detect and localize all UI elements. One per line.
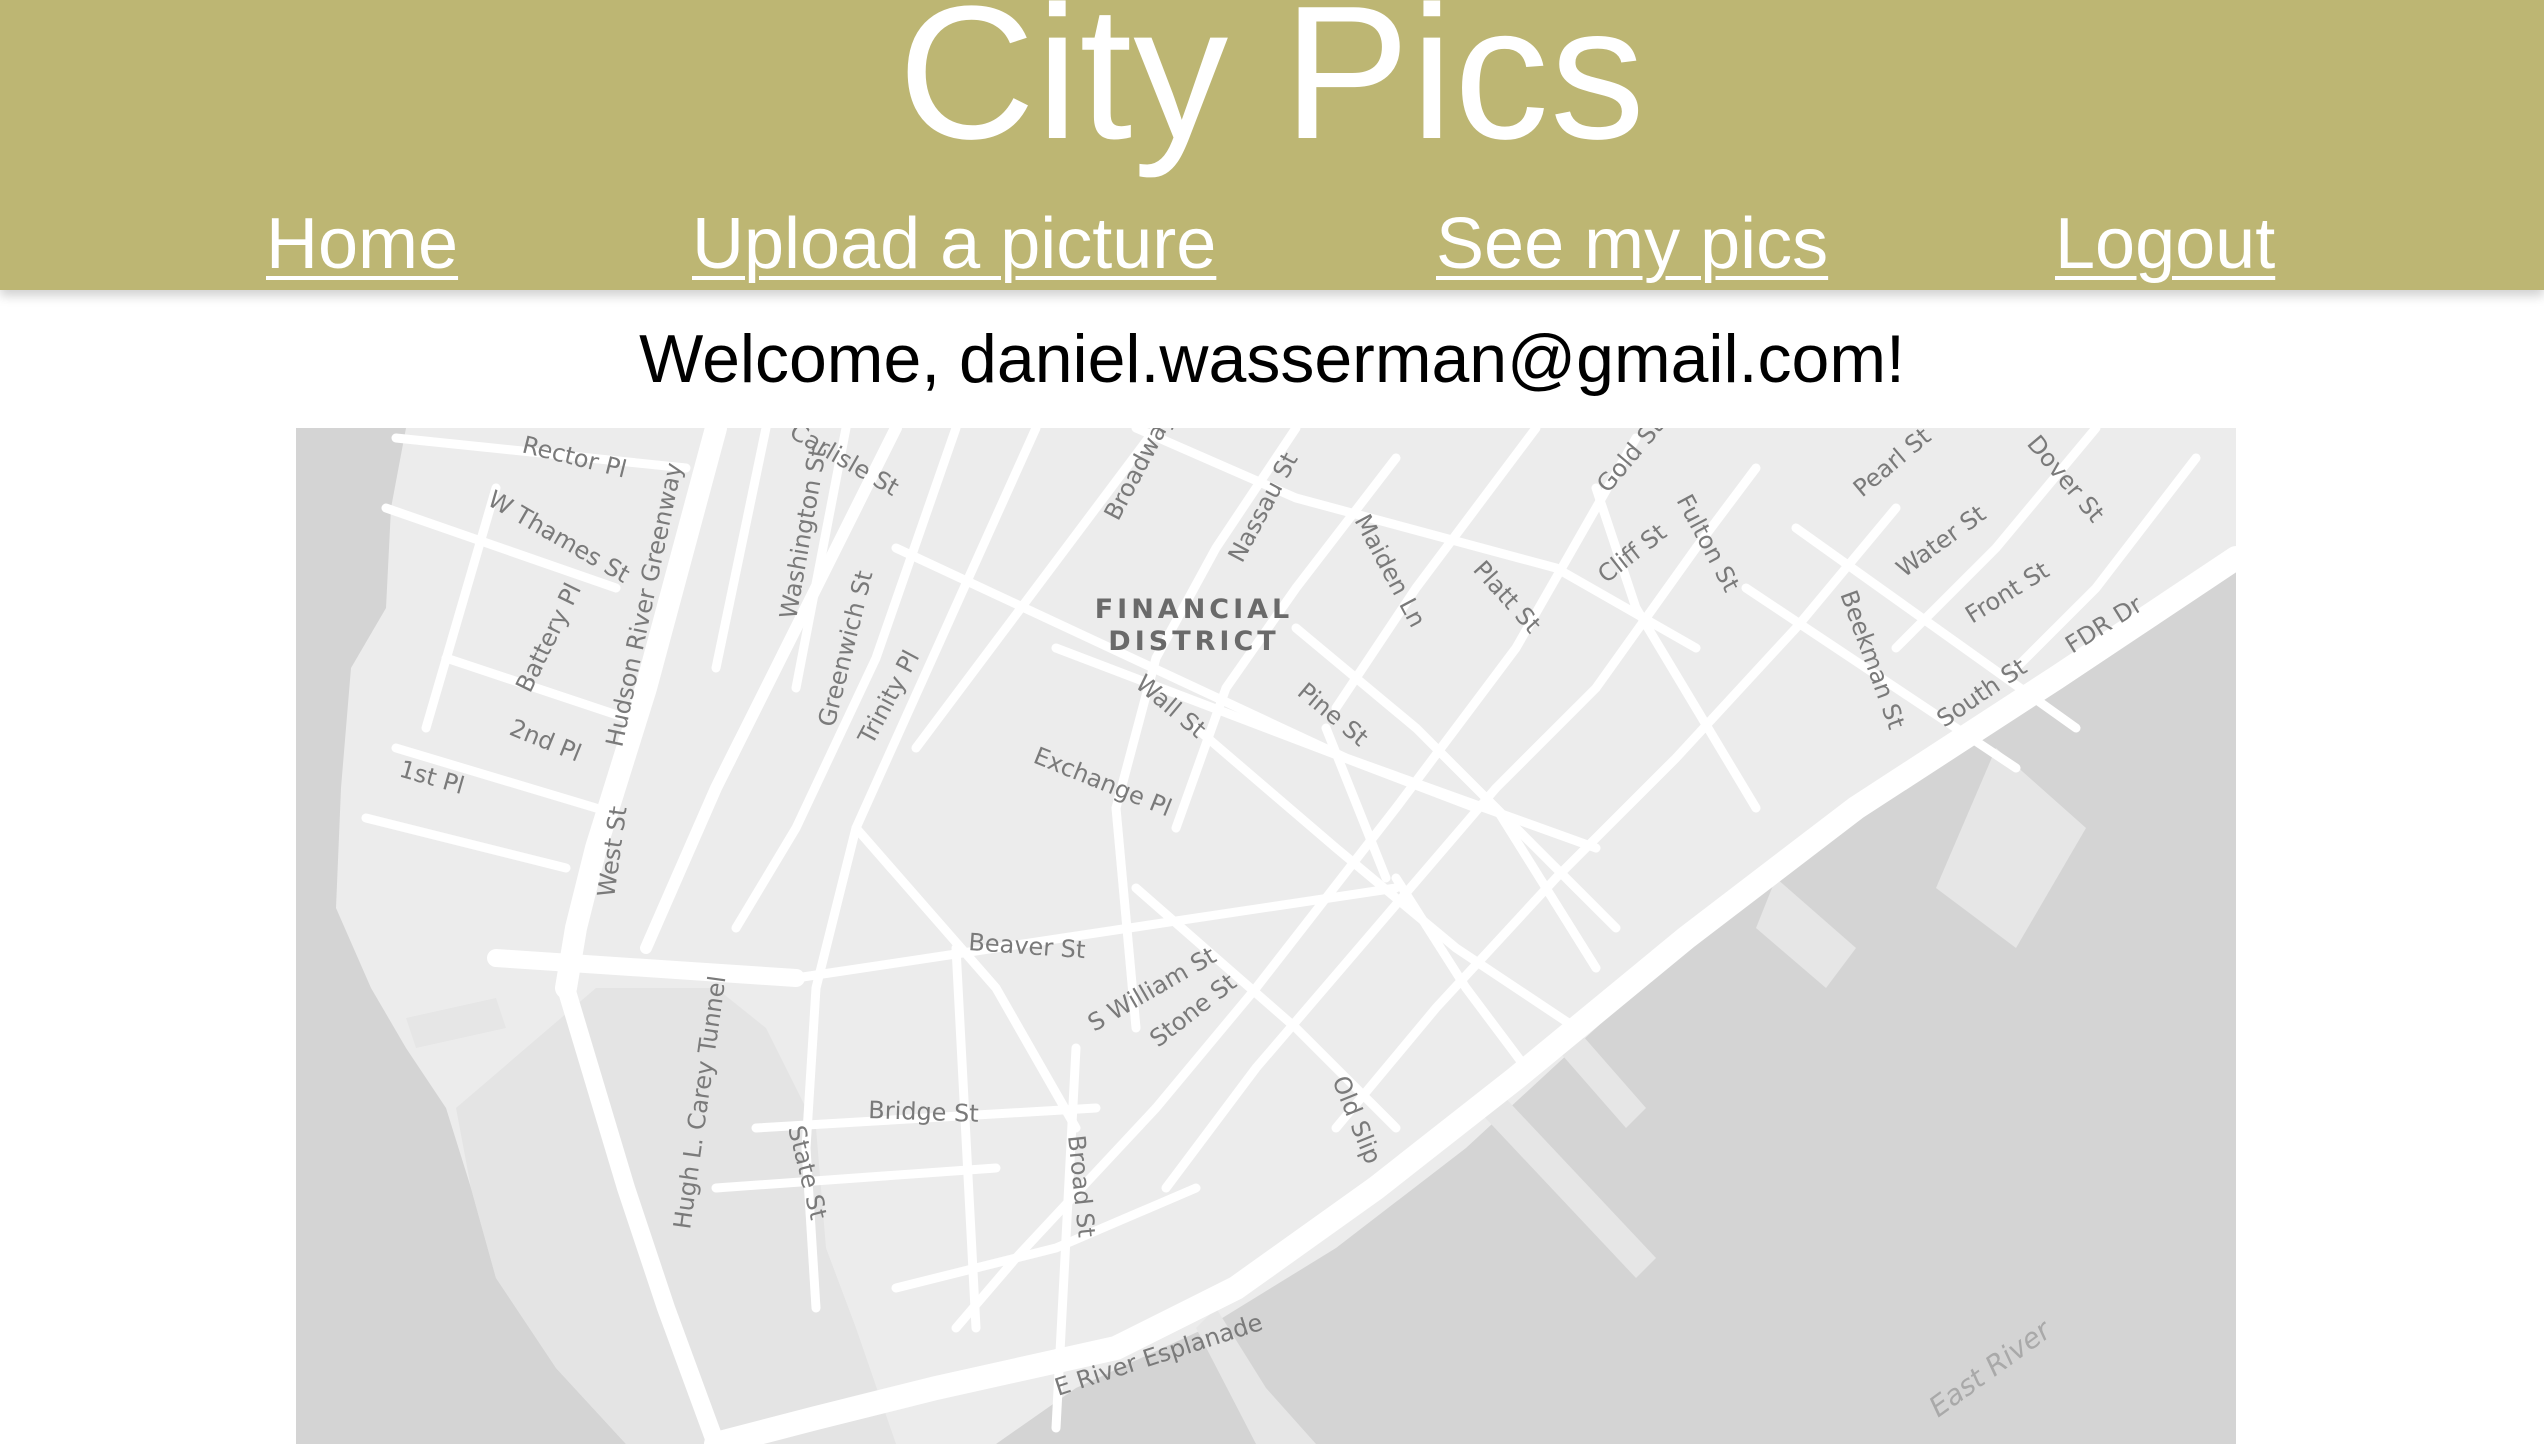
welcome-message: Welcome, daniel.wasserman@gmail.com! [639, 321, 1905, 397]
map-district-label: DISTRICT [1108, 626, 1279, 657]
map-street-label: Bridge St [868, 1096, 979, 1128]
map[interactable]: Rector Pl Carlisle St Broadway Nassau St… [296, 428, 2236, 1444]
nav-my-pics-link[interactable]: See my pics [1436, 208, 1828, 280]
nav-logout-link[interactable]: Logout [2055, 208, 2275, 280]
site-title: City Pics [898, 0, 1646, 179]
nav-home-link[interactable]: Home [266, 208, 458, 280]
nav-upload-link[interactable]: Upload a picture [692, 208, 1216, 280]
site-header: City Pics Home Upload a picture See my p… [0, 0, 2544, 290]
map-district-label: FINANCIAL [1095, 594, 1294, 625]
